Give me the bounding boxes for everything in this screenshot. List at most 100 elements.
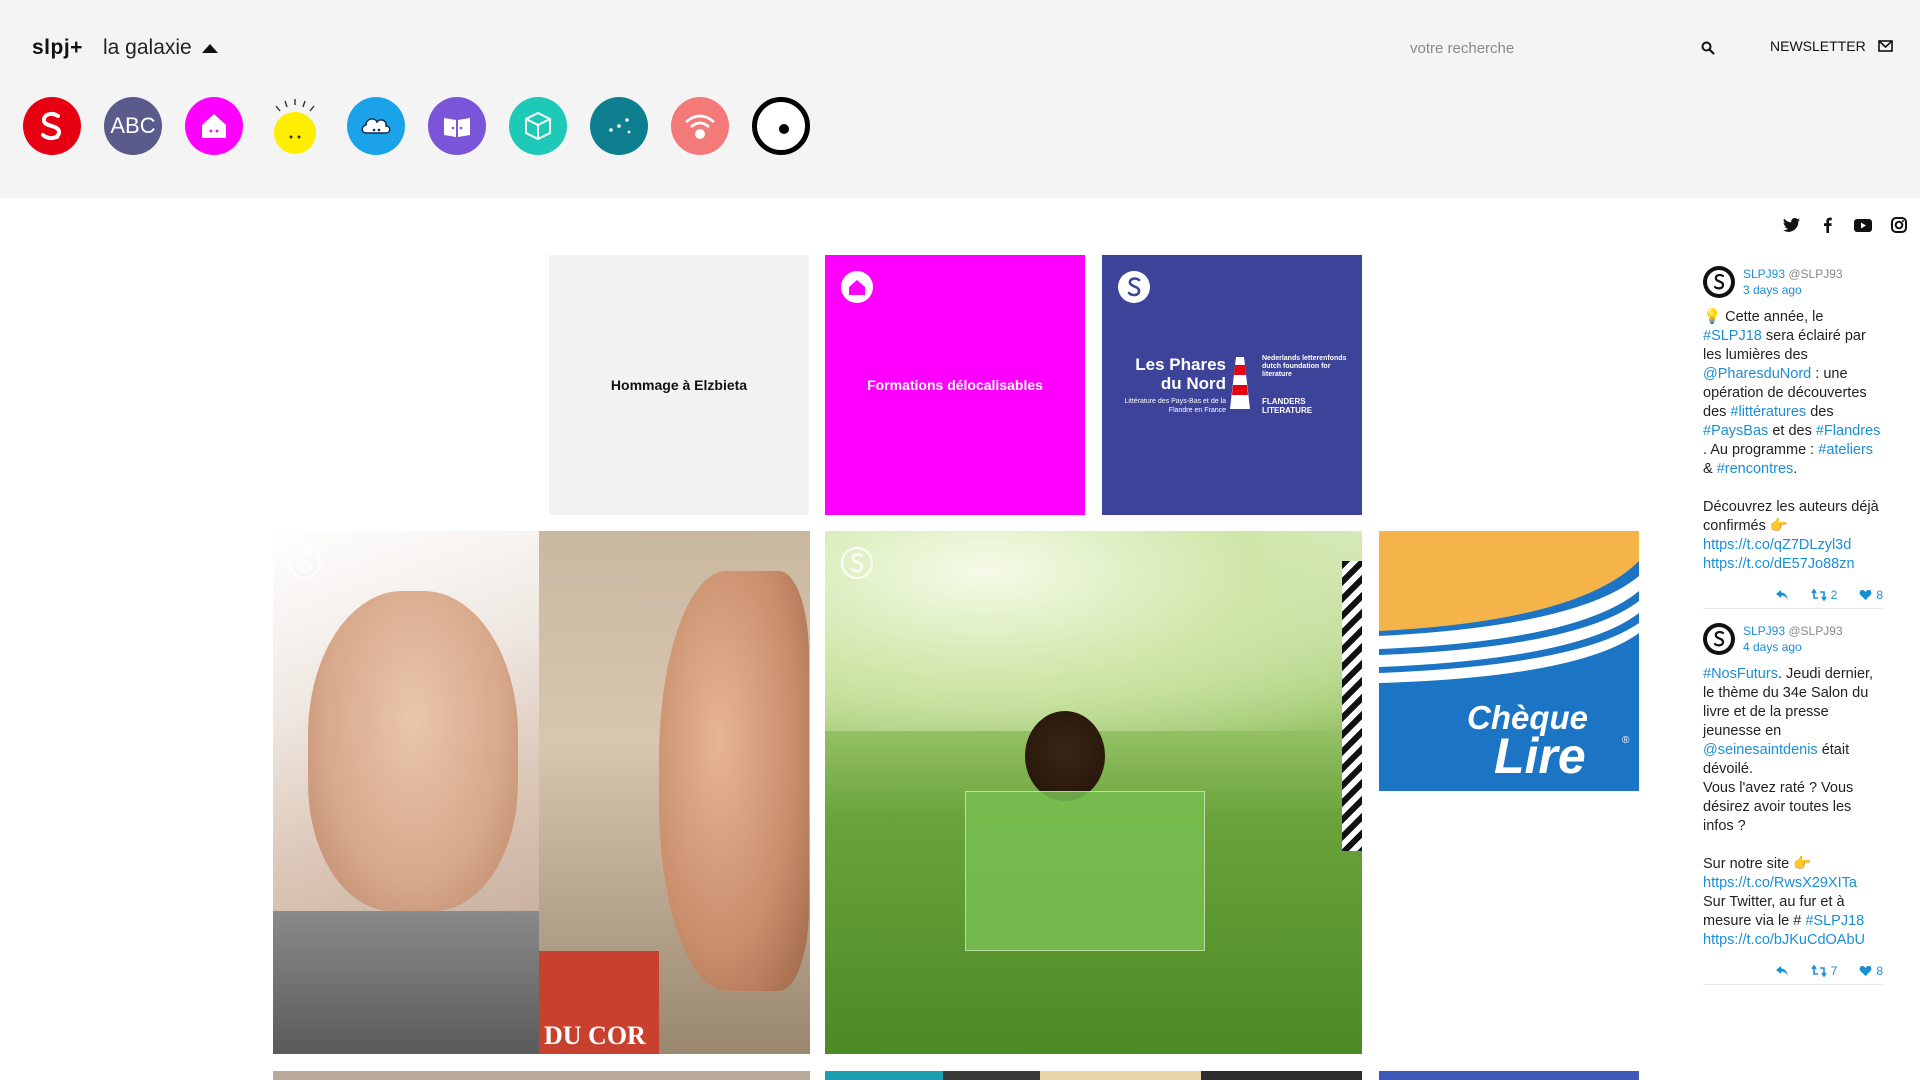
face-right-shape — [659, 571, 809, 991]
tile-hommage-label: Hommage à Elzbieta — [610, 377, 748, 393]
tweet-card: SLPJ93 @SLPJ93 4 days ago #NosFuturs. Je… — [1703, 623, 1883, 985]
search-button[interactable] — [1696, 36, 1720, 60]
child-hair-shape — [1025, 711, 1105, 801]
hashtag-link[interactable]: #SLPJ18 — [1805, 913, 1864, 929]
header: slpj+ la galaxie NEWSLETTER ABC — [0, 0, 1920, 198]
tweet-text-part: Découvrez les auteurs déjà confirmés — [1703, 499, 1879, 534]
book-icon[interactable] — [428, 97, 486, 155]
tweet-text: #NosFuturs. Jeudi dernier, le thème du 3… — [1703, 665, 1883, 950]
avatar[interactable] — [1703, 623, 1735, 655]
tweet-author-handle[interactable]: @SLPJ93 — [1788, 624, 1842, 638]
circle-dot-inner — [779, 124, 789, 134]
slpj-logo-icon[interactable] — [23, 97, 81, 155]
brand-logo[interactable]: slpj+ — [32, 36, 83, 60]
phares-subtitle: Littérature des Pays-Bas et de la Flandr… — [1124, 398, 1226, 414]
house-icon[interactable] — [185, 97, 243, 155]
search-bar — [1400, 34, 1720, 62]
instagram-icon[interactable] — [1890, 216, 1908, 234]
tile-bottom-left-partial[interactable] — [273, 1071, 810, 1080]
twitter-feed: SLPJ93 @SLPJ93 3 days ago 💡 Cette année,… — [1703, 266, 1883, 999]
retweet-count: 7 — [1830, 964, 1838, 978]
jacket-left-shape — [273, 911, 539, 1054]
stars-icon[interactable] — [590, 97, 648, 155]
lire-word: Lire — [1494, 728, 1586, 784]
tile-bottom-right-partial[interactable] — [1379, 1071, 1639, 1080]
tweet-text: 💡 Cette année, le #SLPJ18 sera éclairé p… — [1703, 308, 1883, 574]
abc-icon[interactable]: ABC — [104, 97, 162, 155]
hashtag-link[interactable]: #NosFuturs — [1703, 666, 1778, 682]
newsletter-link[interactable]: NEWSLETTER — [1770, 38, 1893, 54]
slpj-watermark-icon — [841, 547, 873, 579]
tweet-text-part: . Au programme : — [1703, 442, 1819, 458]
cloud-icon[interactable] — [347, 97, 405, 155]
hashtag-link[interactable]: #PaysBas — [1703, 423, 1768, 439]
retweet-icon — [1810, 965, 1827, 977]
tile-hommage-elzbieta[interactable]: Hommage à Elzbieta — [549, 255, 809, 515]
avatar[interactable] — [1703, 266, 1735, 298]
phares-fl-text: FLANDERS LITERATURE — [1262, 397, 1313, 415]
slpj-small-logo-icon — [1118, 271, 1150, 303]
newsletter-label: NEWSLETTER — [1770, 38, 1866, 54]
tweet-text-part: & — [1703, 461, 1717, 477]
reply-icon — [1775, 590, 1788, 600]
facebook-icon[interactable] — [1818, 216, 1836, 234]
tile-portraits[interactable]: DU COR — [273, 531, 810, 1054]
tweet-text-part: Cette année, le — [1721, 309, 1824, 325]
tile-cheque-lire[interactable]: Chèque Lire ® — [1379, 531, 1639, 791]
tweet-actions: 2 8 — [1703, 588, 1883, 609]
mention-link[interactable]: @PharesduNord — [1703, 366, 1811, 382]
tweet-text-part: . — [1793, 461, 1798, 477]
retweet-button[interactable]: 7 — [1810, 964, 1838, 978]
like-count: 8 — [1876, 964, 1883, 978]
tile-bottom-middle-partial[interactable] — [825, 1071, 1362, 1080]
tile-child-in-grass[interactable] — [825, 531, 1362, 1054]
abc-icon-text: ABC — [110, 113, 156, 138]
youtube-icon[interactable] — [1854, 216, 1872, 234]
tweet-actions: 7 8 — [1703, 964, 1883, 985]
tile-formations[interactable]: Formations délocalisables — [825, 255, 1085, 515]
like-count: 8 — [1876, 588, 1883, 602]
search-input[interactable] — [1400, 39, 1696, 57]
mention-link[interactable]: @seinesaintdenis — [1703, 742, 1818, 758]
green-board-shape — [965, 791, 1205, 951]
search-icon — [1701, 41, 1715, 55]
hashtag-link[interactable]: #SLPJ18 — [1703, 328, 1762, 344]
tweet-time[interactable]: 3 days ago — [1743, 282, 1843, 298]
cheque-lire-waves — [1379, 531, 1639, 683]
retweet-button[interactable]: 2 — [1810, 588, 1837, 602]
hashtag-link[interactable]: #rencontres — [1717, 461, 1794, 477]
caret-up-icon — [201, 43, 218, 53]
url-link[interactable]: https://t.co/RwsX29XITa — [1703, 875, 1857, 891]
tile-phares-du-nord[interactable]: Les Phares du Nord Littérature des Pays-… — [1102, 255, 1362, 515]
sun-icon[interactable] — [266, 97, 324, 155]
tile-formations-label: Formations délocalisables — [867, 377, 1043, 393]
circle-dot-icon[interactable] — [752, 97, 810, 155]
cube-icon[interactable] — [509, 97, 567, 155]
url-link[interactable]: https://t.co/bJKuCdOAbU — [1703, 932, 1865, 948]
reply-button[interactable] — [1775, 965, 1789, 977]
tweet-text-part: Vous l'avez raté ? Vous désirez avoir to… — [1703, 780, 1854, 834]
url-link[interactable]: https://t.co/qZ7DLzyl3d — [1703, 537, 1851, 553]
twitter-icon[interactable] — [1782, 216, 1800, 234]
hashtag-link[interactable]: #ateliers — [1818, 442, 1873, 458]
like-button[interactable]: 8 — [1859, 964, 1883, 978]
face-left-shape — [308, 591, 518, 911]
wifi-icon[interactable] — [671, 97, 729, 155]
slpj-watermark-icon — [289, 547, 321, 579]
tweet-author-name[interactable]: SLPJ93 — [1743, 267, 1785, 281]
galaxy-icons: ABC — [23, 97, 810, 155]
galaxie-menu-toggle[interactable]: la galaxie — [103, 36, 218, 60]
hashtag-link[interactable]: #littératures — [1730, 404, 1806, 420]
house-logo-icon — [841, 271, 873, 303]
reply-button[interactable] — [1775, 589, 1789, 601]
tweet-author-name[interactable]: SLPJ93 — [1743, 624, 1785, 638]
hashtag-link[interactable]: #Flandres — [1816, 423, 1880, 439]
registered-mark: ® — [1622, 735, 1630, 746]
tweet-author-handle[interactable]: @SLPJ93 — [1788, 267, 1842, 281]
like-button[interactable]: 8 — [1859, 588, 1883, 602]
du-cor-text: DU COR — [544, 1021, 646, 1050]
heart-icon — [1859, 965, 1872, 976]
tweet-time[interactable]: 4 days ago — [1743, 639, 1843, 655]
url-link[interactable]: https://t.co/dE57Jo88zn — [1703, 556, 1855, 572]
background-trees-shape — [825, 531, 1362, 731]
